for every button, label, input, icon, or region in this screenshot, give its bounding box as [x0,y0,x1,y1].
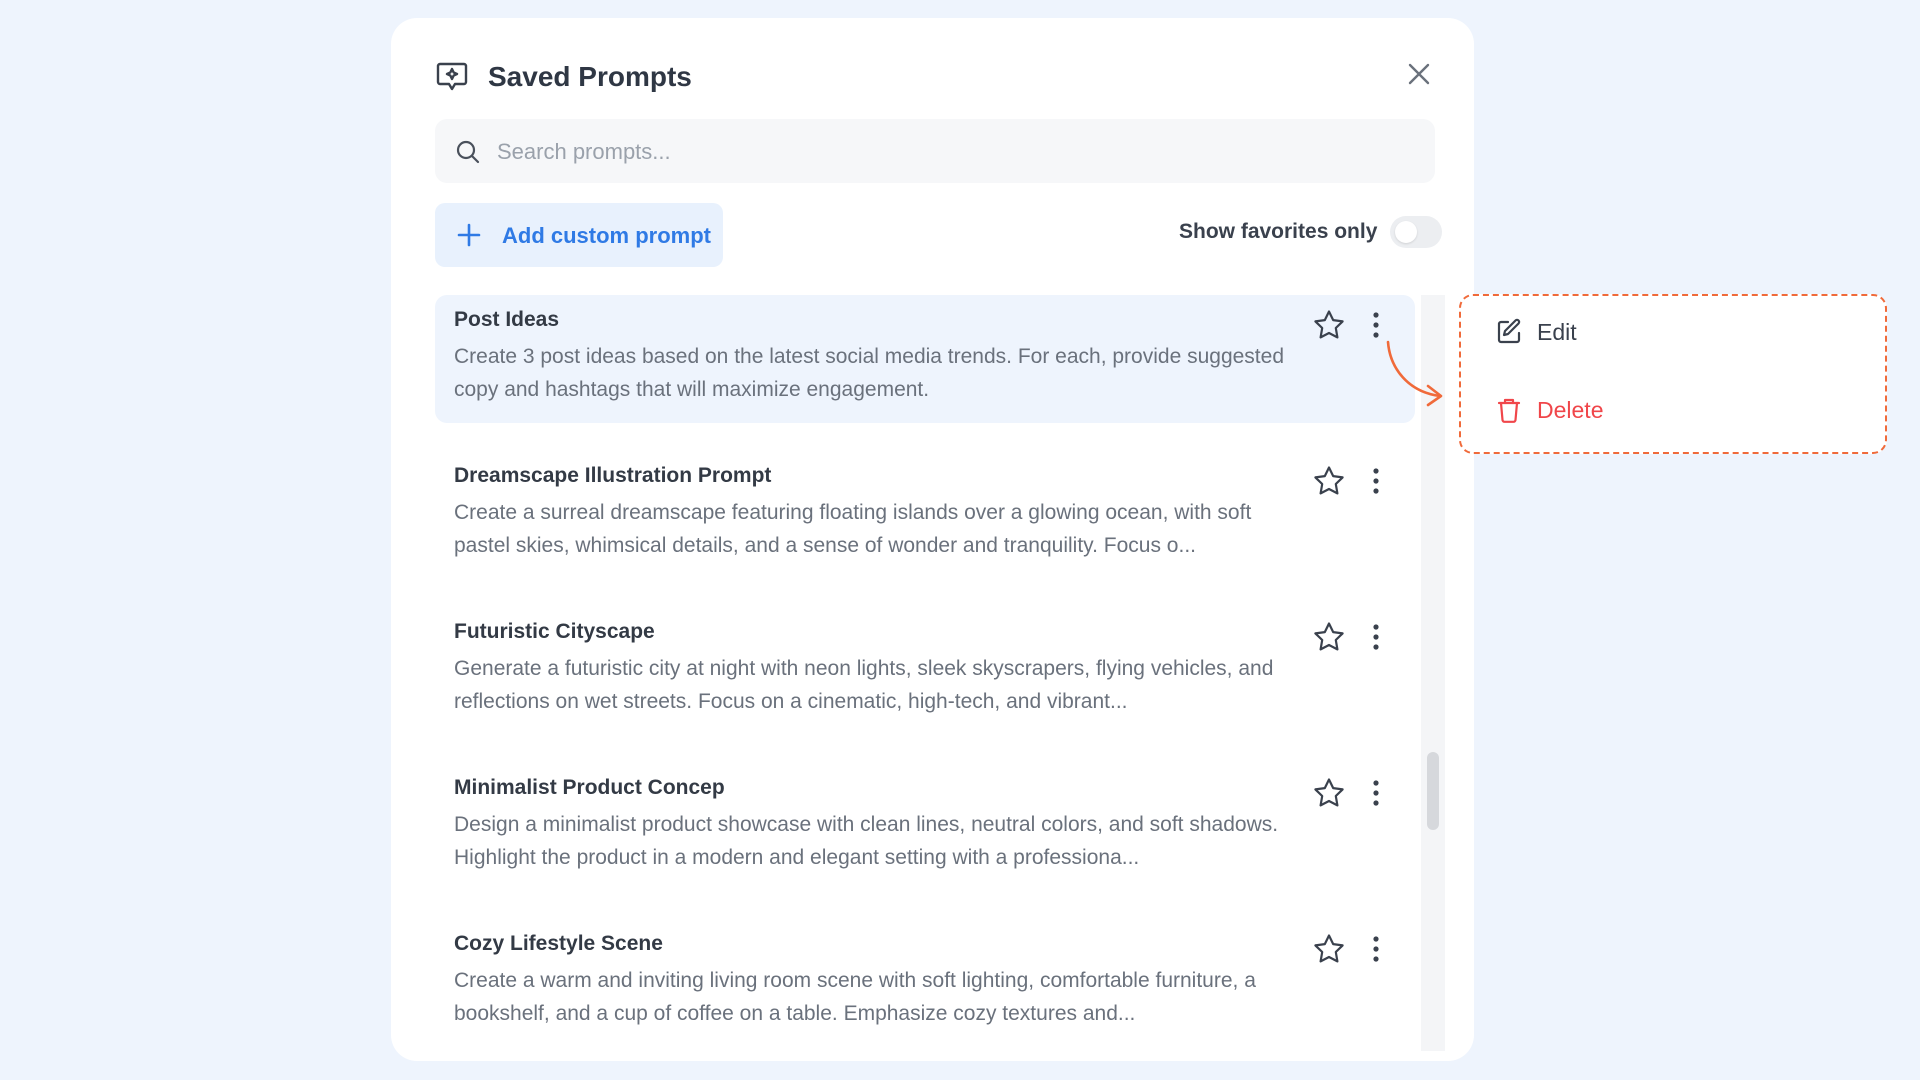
edit-icon [1497,318,1521,344]
prompt-title: Cozy Lifestyle Scene [454,932,663,955]
more-vertical-icon[interactable] [1359,932,1393,966]
prompt-title: Futuristic Cityscape [454,620,655,643]
edit-menu-item[interactable]: Edit [1495,312,1855,352]
search-icon [456,140,480,164]
prompt-description: Create 3 post ideas based on the latest … [454,345,1284,401]
prompt-icon [436,62,468,91]
more-vertical-icon[interactable] [1359,464,1393,498]
saved-prompts-modal: Saved Prompts Add custom prompt Show fav… [391,18,1474,1061]
add-custom-prompt-label: Add custom prompt [502,223,711,248]
delete-menu-item[interactable]: Delete [1495,390,1855,430]
prompt-description: Generate a futuristic city at night with… [454,657,1274,713]
prompt-title: Minimalist Product Concep [454,776,725,799]
more-vertical-icon[interactable] [1359,620,1393,654]
star-icon[interactable] [1312,932,1346,966]
prompt-title: Dreamscape Illustration Prompt [454,464,772,487]
add-custom-prompt-button[interactable]: Add custom prompt [435,203,723,267]
plus-icon [457,223,481,247]
prompt-item[interactable]: Dreamscape Illustration Prompt Create a … [435,451,1415,579]
trash-icon [1497,398,1521,423]
prompt-context-menu: Edit Delete [1459,294,1887,454]
search-bar [435,119,1435,185]
prompt-description: Create a warm and inviting living room s… [454,969,1256,1025]
prompt-description: Design a minimalist product showcase wit… [454,813,1279,869]
arrow-icon [1386,340,1443,407]
edit-label: Edit [1537,319,1577,345]
modal-title: Saved Prompts [488,61,692,92]
star-icon[interactable] [1312,464,1346,498]
prompt-description: Create a surreal dreamscape featuring fl… [454,501,1252,557]
star-icon[interactable] [1312,308,1346,342]
toggle-knob [1395,221,1417,243]
prompt-list: Post Ideas Create 3 post ideas based on … [435,295,1415,1051]
favorites-filter-label: Show favorites only [1179,220,1378,243]
modal-header: Saved Prompts [435,52,1438,102]
prompt-item[interactable]: Futuristic Cityscape Generate a futurist… [435,607,1415,735]
prompt-title: Post Ideas [454,308,560,331]
star-icon[interactable] [1312,776,1346,810]
close-icon[interactable] [1400,55,1438,93]
prompt-item[interactable]: Cozy Lifestyle Scene Create a warm and i… [435,919,1415,1047]
search-input[interactable] [495,119,1419,185]
prompt-item[interactable]: Post Ideas Create 3 post ideas based on … [435,295,1415,423]
more-vertical-icon[interactable] [1359,308,1393,342]
scrollbar-thumb[interactable] [1427,752,1439,830]
favorites-toggle[interactable] [1390,216,1442,248]
delete-label: Delete [1537,397,1604,423]
prompt-item[interactable]: Minimalist Product Concep Design a minim… [435,763,1415,891]
more-vertical-icon[interactable] [1359,776,1393,810]
star-icon[interactable] [1312,620,1346,654]
